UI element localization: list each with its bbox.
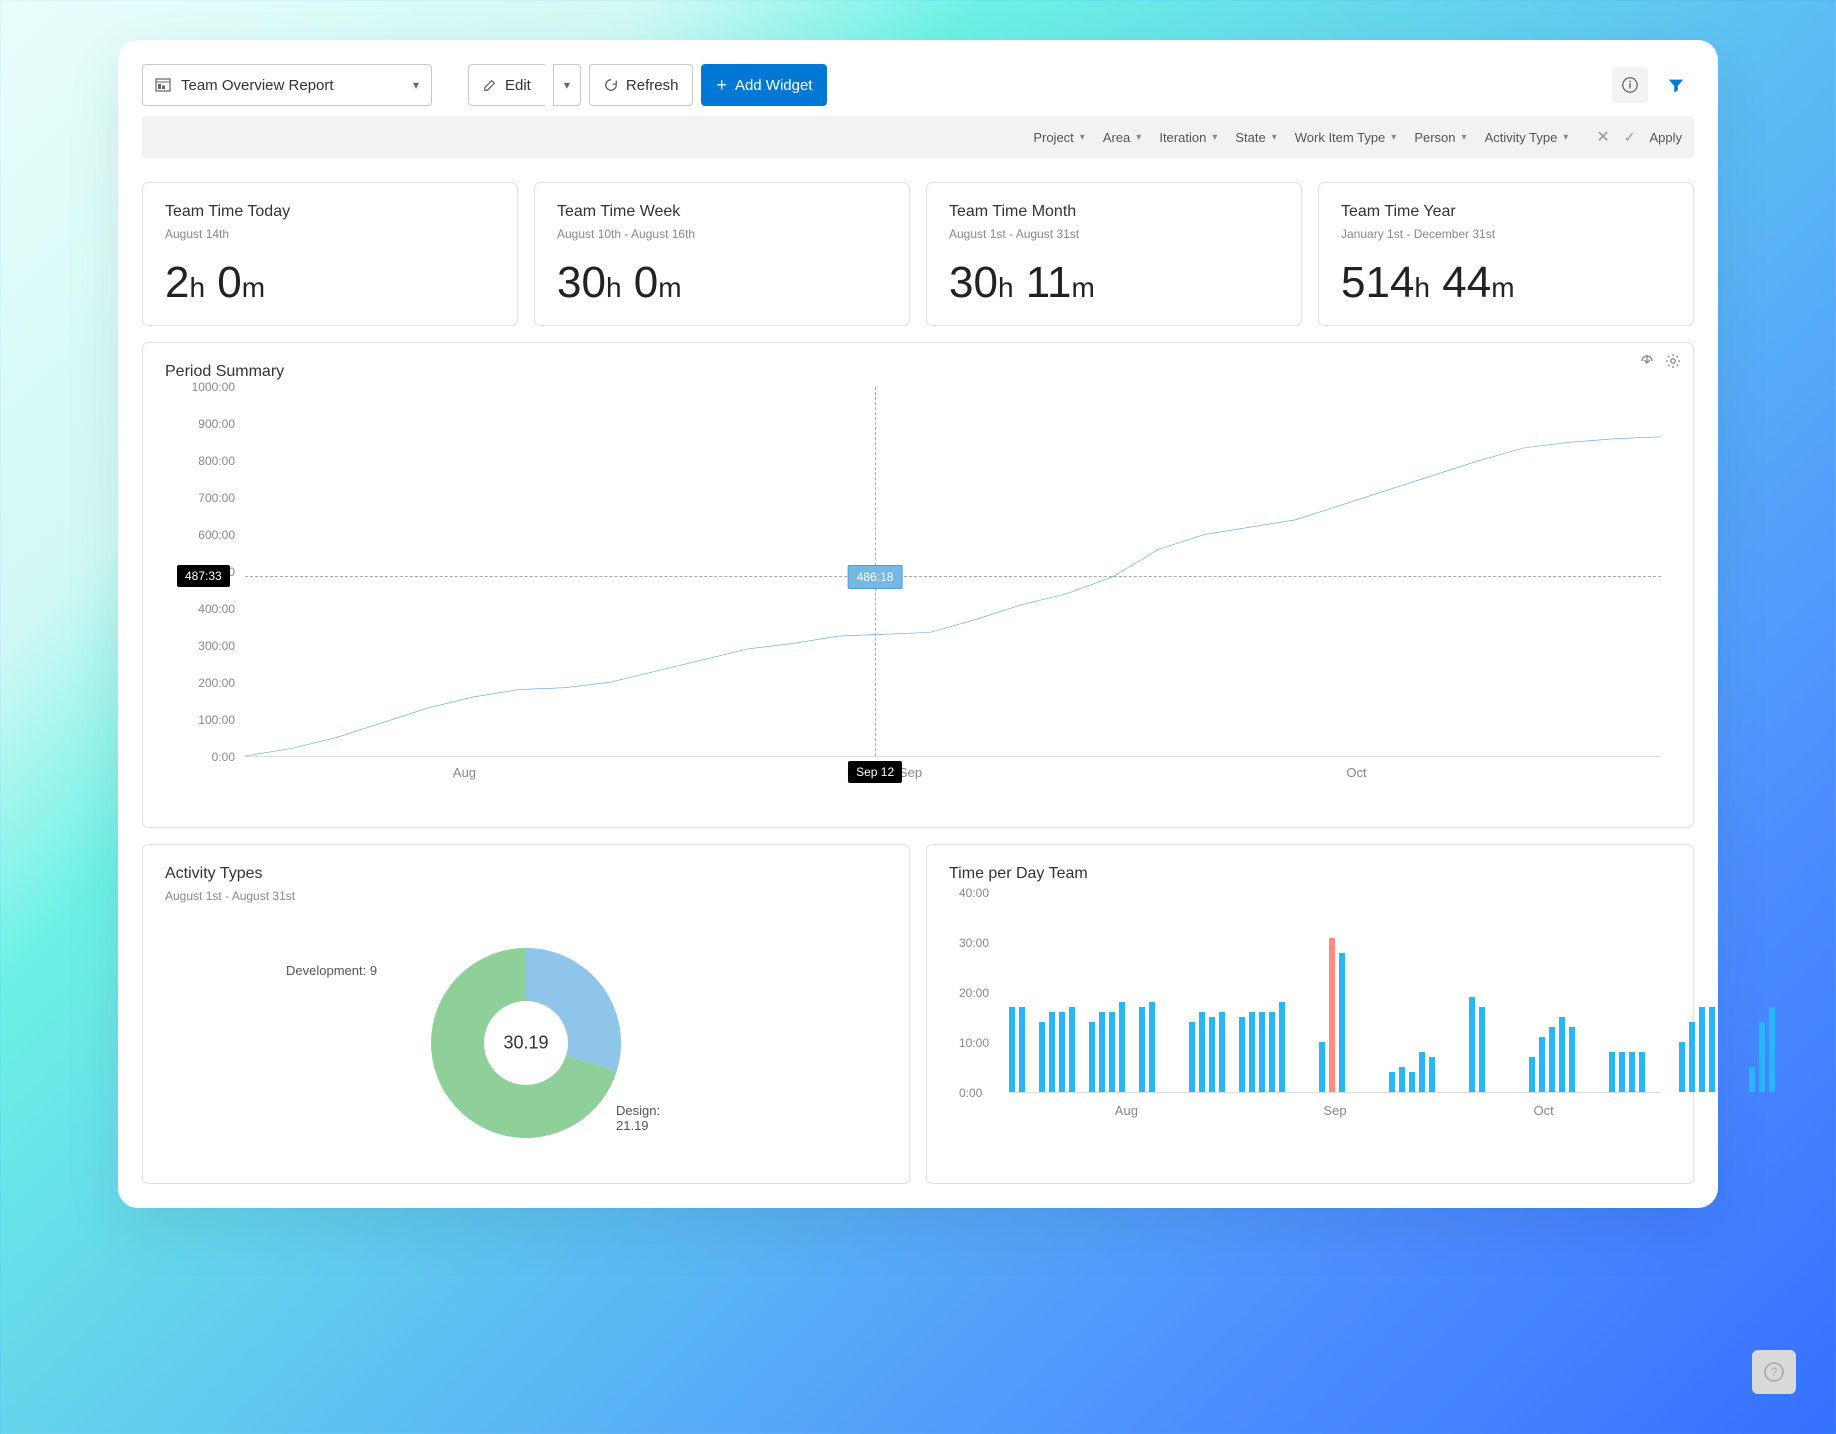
period-summary-widget: Period Summary 1000:00900:00800:00700:00…: [142, 342, 1694, 828]
apply-filters-button[interactable]: Apply: [1649, 130, 1682, 145]
edit-button[interactable]: Edit: [468, 64, 545, 106]
activity-types-title: Activity Types: [165, 865, 887, 883]
pencil-icon: [483, 78, 497, 92]
info-button[interactable]: [1612, 67, 1648, 103]
bars-container: [1009, 893, 1661, 1093]
help-button[interactable]: ?: [1752, 1350, 1796, 1394]
filter-area[interactable]: Area▾: [1103, 130, 1142, 145]
period-summary-title: Period Summary: [165, 363, 1671, 381]
filter-activity-type[interactable]: Activity Type▾: [1485, 130, 1569, 145]
time-per-day-title: Time per Day Team: [949, 865, 1671, 883]
filter-icon: [1667, 76, 1685, 94]
card-team-time-year: Team Time Year January 1st - December 31…: [1318, 182, 1694, 326]
filter-iteration[interactable]: Iteration▾: [1159, 130, 1217, 145]
filter-work-item-type[interactable]: Work Item Type▾: [1295, 130, 1397, 145]
report-icon: [155, 77, 171, 93]
plot-area: 487:33 486:18: [245, 387, 1661, 757]
info-icon: [1621, 76, 1639, 94]
filter-person[interactable]: Person▾: [1414, 130, 1466, 145]
filter-state[interactable]: State▾: [1235, 130, 1276, 145]
app-window: Team Overview Report ▾ Edit ▾ Refresh + …: [118, 40, 1718, 1208]
donut-label-development: Development: 9: [286, 963, 377, 978]
filter-project[interactable]: Project▾: [1033, 130, 1085, 145]
filter-toggle-button[interactable]: [1658, 67, 1694, 103]
card-subtitle: August 14th: [165, 227, 495, 241]
toolbar: Team Overview Report ▾ Edit ▾ Refresh + …: [142, 64, 1694, 106]
gear-icon[interactable]: [1665, 353, 1681, 374]
activity-donut[interactable]: 30.19 Development: 9 Design: 21.19: [406, 923, 646, 1163]
add-widget-button[interactable]: + Add Widget: [701, 64, 827, 106]
download-icon[interactable]: [1639, 353, 1655, 374]
donut-label-design: Design: 21.19: [616, 1103, 660, 1133]
card-title: Team Time Year: [1341, 203, 1671, 221]
card-title: Team Time Today: [165, 203, 495, 221]
report-name: Team Overview Report: [181, 77, 403, 94]
clear-filters-button[interactable]: ✕: [1596, 127, 1609, 147]
time-per-day-widget: Time per Day Team 40:0030:0020:0010:000:…: [926, 844, 1694, 1184]
activity-types-subtitle: August 1st - August 31st: [165, 889, 887, 903]
card-team-time-today: Team Time Today August 14th 2h 0m: [142, 182, 518, 326]
edit-dropdown[interactable]: ▾: [553, 64, 581, 106]
help-icon: ?: [1763, 1361, 1785, 1383]
report-selector[interactable]: Team Overview Report ▾: [142, 64, 432, 106]
card-team-time-month: Team Time Month August 1st - August 31st…: [926, 182, 1302, 326]
bar-x-axis: AugSepOct: [1009, 1103, 1661, 1123]
refresh-icon: [604, 78, 618, 92]
y-hover-badge: 487:33: [177, 565, 230, 587]
card-value: 30h 0m: [557, 261, 887, 305]
confirm-filters-button[interactable]: ✓: [1624, 129, 1636, 146]
donut-center-label: 30.19: [503, 1033, 548, 1054]
card-value: 2h 0m: [165, 261, 495, 305]
crosshair-horizontal: [245, 576, 1661, 577]
x-axis: AugSepOctSep 12: [245, 757, 1661, 807]
card-subtitle: August 10th - August 16th: [557, 227, 887, 241]
card-team-time-week: Team Time Week August 10th - August 16th…: [534, 182, 910, 326]
plus-icon: +: [716, 76, 727, 94]
card-title: Team Time Month: [949, 203, 1279, 221]
card-value: 514h 44m: [1341, 261, 1671, 305]
line-svg: [245, 387, 1661, 756]
time-per-day-chart[interactable]: 40:0030:0020:0010:000:00 AugSepOct: [949, 893, 1671, 1123]
activity-types-widget: Activity Types August 1st - August 31st …: [142, 844, 910, 1184]
card-title: Team Time Week: [557, 203, 887, 221]
period-summary-chart[interactable]: 1000:00900:00800:00700:00600:00500:00400…: [165, 387, 1671, 807]
kpi-cards-row: Team Time Today August 14th 2h 0m Team T…: [142, 182, 1694, 326]
refresh-button[interactable]: Refresh: [589, 64, 694, 106]
card-subtitle: January 1st - December 31st: [1341, 227, 1671, 241]
card-value: 30h 11m: [949, 261, 1279, 305]
svg-text:?: ?: [1771, 1365, 1778, 1379]
chevron-down-icon: ▾: [413, 78, 419, 92]
card-subtitle: August 1st - August 31st: [949, 227, 1279, 241]
filter-bar: Project▾ Area▾ Iteration▾ State▾ Work It…: [142, 116, 1694, 158]
